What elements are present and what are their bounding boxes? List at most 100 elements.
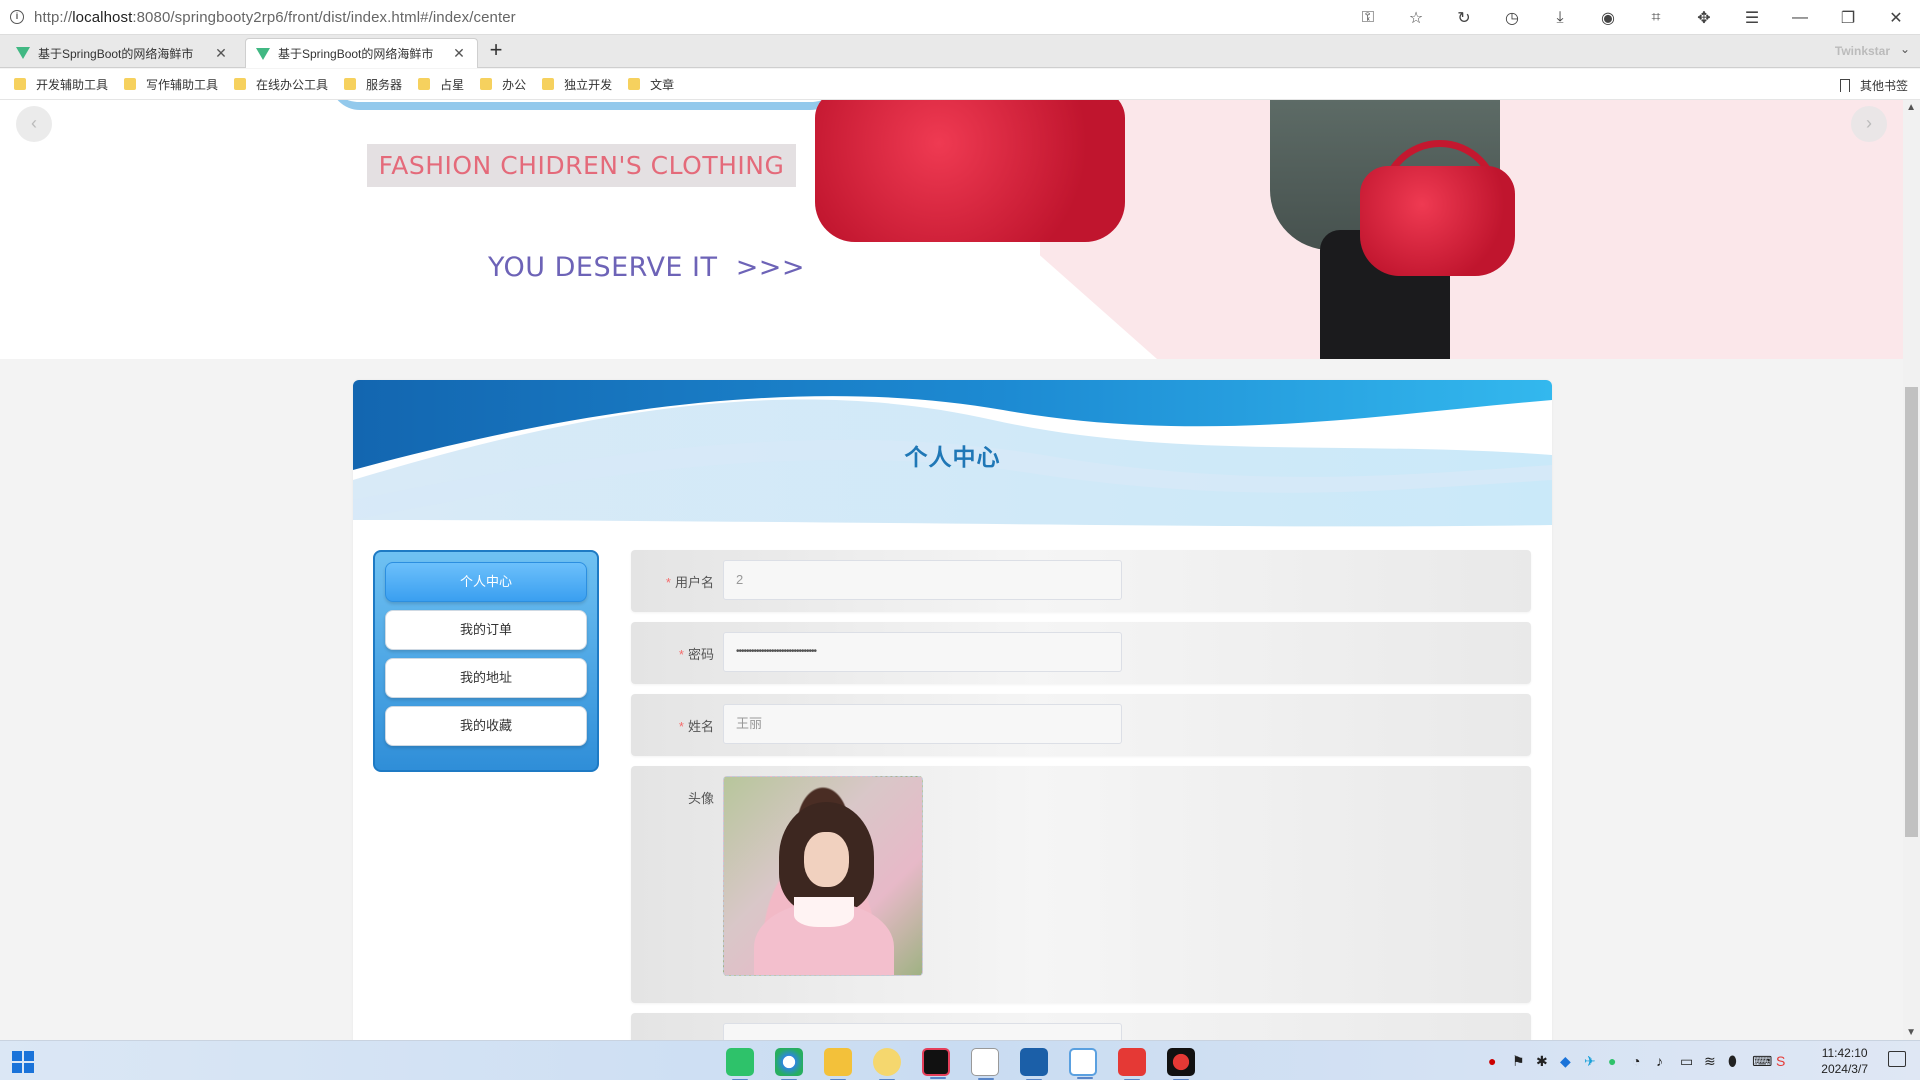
other-bookmarks[interactable]: 其他书签 — [1839, 77, 1908, 94]
profile-icon[interactable]: ◉ — [1584, 8, 1632, 28]
folder-icon — [480, 78, 493, 90]
star-icon[interactable]: ☆ — [1392, 8, 1440, 28]
page-title: 个人中心 — [904, 444, 1001, 470]
banner-tagline: FASHION CHIDREN'S CLOTHING — [367, 144, 796, 187]
username-label: * 用户名 — [665, 575, 714, 590]
handbag-image — [815, 100, 1125, 242]
history-icon[interactable]: ◷ — [1488, 8, 1536, 28]
system-clock[interactable]: 11:42:10 2024/3/7 — [1821, 1045, 1868, 1077]
key-icon[interactable]: ⚿ — [1344, 9, 1392, 27]
tray-app-icon[interactable]: ✱ — [1536, 1053, 1548, 1070]
bookmark-folder[interactable]: 写作辅助工具 — [124, 76, 218, 93]
restore-icon[interactable]: ❐ — [1824, 8, 1872, 28]
browser-brand: Twinkstar — [1834, 44, 1890, 58]
menu-my-addresses[interactable]: 我的地址 — [385, 658, 587, 698]
reload-icon[interactable]: ↻ — [1440, 8, 1488, 28]
bookmark-folder[interactable]: 办公 — [480, 76, 526, 93]
tab-2[interactable]: 基于SpringBoot的网络海鲜市 ✕ — [245, 38, 478, 68]
menu-my-favorites[interactable]: 我的收藏 — [385, 706, 587, 746]
banner-decoration — [330, 100, 840, 110]
tray-app-icon[interactable]: ● — [1608, 1053, 1616, 1069]
wifi-icon[interactable]: ≋ — [1704, 1053, 1716, 1070]
folder-icon — [542, 78, 555, 90]
crop-icon[interactable]: ⌗ — [1632, 9, 1680, 27]
scroll-down-icon[interactable]: ▼ — [1906, 1027, 1916, 1038]
bookmark-folder[interactable]: 服务器 — [344, 76, 402, 93]
record-tray-icon[interactable]: ● — [1488, 1053, 1496, 1069]
download-icon[interactable]: ⤓ — [1536, 9, 1584, 27]
form-row-next — [631, 1013, 1531, 1040]
password-label: * 密码 — [678, 647, 714, 662]
new-tab-button[interactable]: + — [484, 37, 508, 63]
close-tab-icon[interactable]: ✕ — [451, 45, 467, 62]
minimize-icon[interactable]: — — [1776, 9, 1824, 27]
close-tab-icon[interactable]: ✕ — [213, 45, 229, 62]
page-scrollbar[interactable]: ▲ ▼ — [1903, 100, 1920, 1040]
chevron-down-icon[interactable]: ⌄ — [1900, 42, 1910, 56]
password-input[interactable]: •••••••••••••••••••••••••••••••• — [723, 632, 1122, 672]
scroll-up-icon[interactable]: ▲ — [1906, 102, 1916, 113]
handbag-image — [1360, 166, 1515, 276]
avatar-upload[interactable] — [723, 776, 923, 976]
vue-logo-icon — [16, 47, 30, 59]
tab-1-label: 基于SpringBoot的网络海鲜市 — [38, 46, 194, 61]
side-menu: 个人中心 我的订单 我的地址 我的收藏 — [373, 550, 599, 772]
tray-app-icon[interactable]: S — [1776, 1053, 1785, 1069]
menu-my-orders[interactable]: 我的订单 — [385, 610, 587, 650]
banner-slogan: YOU DESERVE IT >>> — [488, 252, 806, 283]
wechat-icon[interactable] — [726, 1048, 754, 1080]
input-method-icon[interactable]: ⌨ — [1752, 1053, 1772, 1070]
username-input[interactable]: 2 — [723, 560, 1122, 600]
menu-icon[interactable]: ☰ — [1728, 8, 1776, 28]
notepad-icon[interactable] — [971, 1048, 999, 1080]
form-row-name: * 姓名 王丽 — [631, 694, 1531, 756]
bookmark-folder[interactable]: 占星 — [418, 76, 464, 93]
tray-app-icon[interactable]: ⚑ — [1512, 1053, 1525, 1070]
extensions-icon[interactable]: ✥ — [1680, 8, 1728, 28]
folder-icon — [628, 78, 641, 90]
folder-icon — [124, 78, 137, 90]
tray-app-icon[interactable]: ◆ — [1560, 1053, 1571, 1070]
form-row-avatar: 头像 — [631, 766, 1531, 1003]
tab-strip: 基于SpringBoot的网络海鲜市 ✕ 基于SpringBoot的网络海鲜市 … — [0, 35, 1920, 68]
carousel-next-button[interactable]: › — [1851, 106, 1887, 142]
carousel-prev-button[interactable]: ‹ — [16, 106, 52, 142]
folder-icon — [234, 78, 247, 90]
intellij-icon[interactable] — [922, 1048, 950, 1079]
cloud-icon[interactable] — [1069, 1048, 1097, 1079]
bookmarks-bar: 开发辅助工具 写作辅助工具 在线办公工具 服务器 占星 办公 独立开发 文章 — [0, 69, 1920, 100]
tray-app-icon[interactable]: ✈ — [1584, 1053, 1596, 1070]
battery-icon[interactable]: ▭ — [1680, 1053, 1693, 1070]
scroll-thumb[interactable] — [1905, 387, 1918, 837]
record-icon[interactable] — [1167, 1048, 1195, 1080]
clock-time: 11:42:10 — [1821, 1046, 1868, 1060]
tab-1[interactable]: 基于SpringBoot的网络海鲜市 ✕ — [6, 38, 239, 68]
file-explorer-icon[interactable] — [824, 1048, 852, 1080]
volume-icon[interactable]: ♪ — [1656, 1053, 1663, 1069]
name-input[interactable]: 王丽 — [723, 704, 1122, 744]
windows-start-icon[interactable] — [12, 1051, 34, 1073]
taskbar: ● ⚑ ✱ ◆ ✈ ● ◔ ♪ ▭ ≋ ⬮ ⌨ S 11:42:10 2024/… — [0, 1040, 1920, 1080]
bookmark-folder[interactable]: 文章 — [628, 76, 674, 93]
tray-app-icon[interactable]: ◔ — [1632, 1053, 1640, 1069]
microphone-icon[interactable]: ⬮ — [1728, 1053, 1737, 1070]
next-field-input[interactable] — [723, 1023, 1122, 1040]
personal-center-panel: 个人中心 个人中心 我的订单 我的地址 我的收藏 * 用户名 2 * 密码 ••••… — [353, 380, 1552, 1040]
menu-personal-center[interactable]: 个人中心 — [385, 562, 587, 602]
vscode-icon[interactable] — [1020, 1048, 1048, 1080]
profile-form: * 用户名 2 * 密码 •••••••••••••••••••••••••••••… — [631, 550, 1531, 1040]
folder-icon — [344, 78, 357, 90]
bookmark-folder[interactable]: 独立开发 — [542, 76, 612, 93]
browser-icon[interactable] — [775, 1048, 803, 1080]
bookmark-folder[interactable]: 开发辅助工具 — [14, 76, 108, 93]
wps-icon[interactable] — [1118, 1048, 1146, 1080]
bookmark-folder[interactable]: 在线办公工具 — [234, 76, 328, 93]
notification-icon[interactable] — [1888, 1051, 1906, 1067]
twinkstar-icon[interactable] — [873, 1048, 901, 1080]
close-window-icon[interactable]: ✕ — [1872, 8, 1920, 28]
tab-2-label: 基于SpringBoot的网络海鲜市 — [278, 47, 434, 61]
address-bar[interactable]: i http://localhost:8080/springbooty2rp6/… — [0, 0, 1920, 35]
site-info-icon[interactable]: i — [10, 10, 24, 24]
url-text[interactable]: http://localhost:8080/springbooty2rp6/fr… — [34, 9, 516, 26]
page-viewport: FASHION CHIDREN'S CLOTHING YOU DESERVE I… — [0, 100, 1920, 1040]
